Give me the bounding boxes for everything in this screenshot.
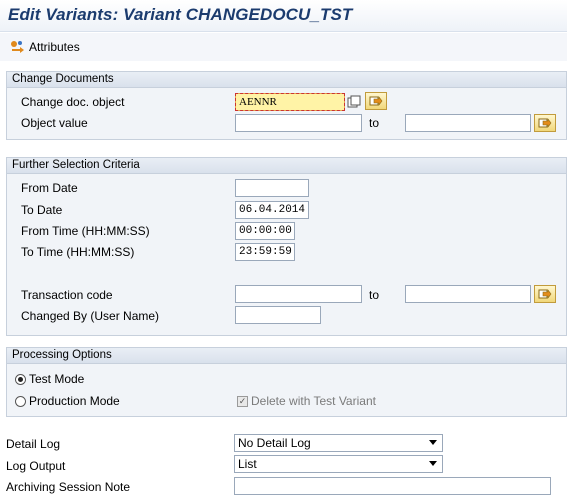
from-date-label: From Date	[21, 181, 78, 195]
production-mode-radio-row[interactable]: Production Mode	[15, 394, 120, 408]
to-date-label: To Date	[21, 203, 63, 217]
chevron-down-icon	[429, 440, 437, 445]
transaction-to-input[interactable]	[405, 285, 531, 303]
test-mode-radio[interactable]	[15, 373, 26, 385]
object-value-from-input[interactable]	[235, 114, 362, 132]
log-output-dropdown[interactable]: List	[234, 455, 443, 473]
further-selection-section: Further Selection Criteria From Date To …	[6, 157, 567, 336]
to-label: to	[369, 288, 380, 302]
doc-object-label: Change doc. object	[21, 95, 125, 109]
arrow-right-icon	[538, 289, 552, 299]
section-header: Change Documents	[7, 72, 566, 88]
detail-log-dropdown[interactable]: No Detail Log	[234, 434, 443, 452]
test-mode-radio-row[interactable]: Test Mode	[15, 372, 84, 386]
processing-options-section: Processing Options Test Mode Production …	[6, 347, 567, 417]
delete-test-variant-row: ✓ Delete with Test Variant	[237, 394, 376, 408]
production-mode-radio[interactable]	[15, 395, 26, 407]
test-mode-label: Test Mode	[29, 372, 85, 386]
transaction-selection-button[interactable]	[534, 285, 556, 303]
detail-log-value: No Detail Log	[238, 436, 311, 450]
section-header: Processing Options	[7, 348, 566, 364]
delete-test-variant-checkbox: ✓	[237, 395, 248, 407]
to-time-label: To Time (HH:MM:SS)	[21, 245, 135, 259]
doc-object-selection-button[interactable]	[365, 92, 387, 110]
attributes-label: Attributes	[29, 40, 80, 54]
arrow-right-icon	[369, 96, 383, 106]
archiving-note-label: Archiving Session Note	[6, 480, 131, 494]
doc-object-input[interactable]: AENNR	[235, 93, 345, 111]
title-bar: Edit Variants: Variant CHANGEDOCU_TST	[0, 0, 567, 32]
detail-log-label: Detail Log	[6, 437, 61, 451]
section-header: Further Selection Criteria	[7, 158, 566, 174]
to-time-input[interactable]: 23:59:59	[235, 243, 295, 261]
delete-test-variant-label: Delete with Test Variant	[251, 394, 376, 408]
changed-by-input[interactable]	[235, 306, 321, 324]
page-title: Edit Variants: Variant CHANGEDOCU_TST	[8, 5, 353, 24]
multiple-selection-icon[interactable]	[347, 95, 361, 109]
archiving-note-input[interactable]	[234, 477, 551, 495]
chevron-down-icon	[429, 461, 437, 466]
object-value-selection-button[interactable]	[534, 114, 556, 132]
toolbar: Attributes	[0, 33, 567, 61]
object-value-label: Object value	[21, 116, 88, 130]
from-time-input[interactable]: 00:00:00	[235, 222, 295, 240]
changed-by-label: Changed By (User Name)	[21, 309, 160, 323]
to-label: to	[369, 116, 380, 130]
from-date-input[interactable]	[235, 179, 309, 197]
attributes-button[interactable]: Attributes	[10, 39, 80, 55]
to-date-input[interactable]: 06.04.2014	[235, 201, 309, 219]
log-output-value: List	[238, 457, 257, 471]
object-value-to-input[interactable]	[405, 114, 531, 132]
change-documents-section: Change Documents Change doc. object AENN…	[6, 71, 567, 140]
from-time-label: From Time (HH:MM:SS)	[21, 224, 150, 238]
log-output-label: Log Output	[6, 459, 66, 473]
attributes-icon	[11, 41, 24, 53]
arrow-right-icon	[538, 118, 552, 128]
transaction-from-input[interactable]	[235, 285, 362, 303]
transaction-code-label: Transaction code	[21, 288, 113, 302]
production-mode-label: Production Mode	[29, 394, 120, 408]
